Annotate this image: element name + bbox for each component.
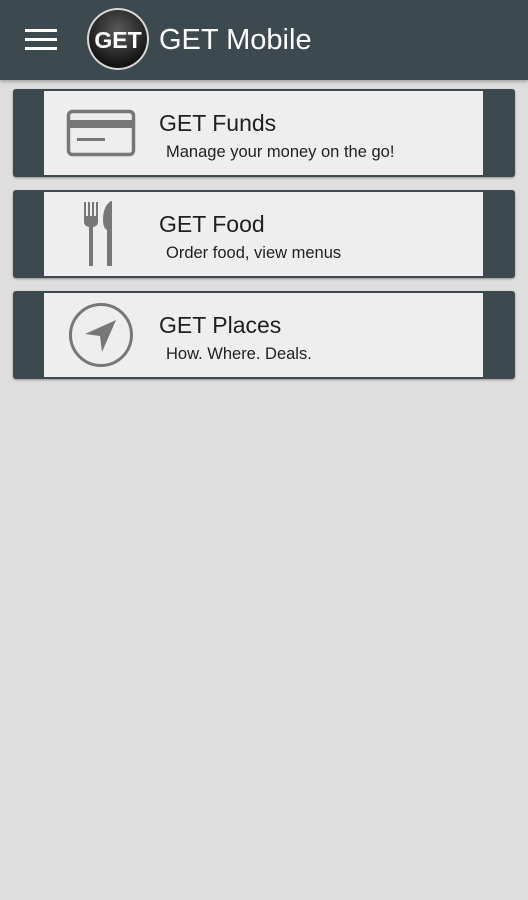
card-title: GET Places [159,312,282,338]
get-funds-card[interactable]: GET Funds Manage your money on the go! [13,89,515,177]
card-face: GET Funds Manage your money on the go! [44,91,483,175]
get-places-card[interactable]: GET Places How. Where. Deals. [13,291,515,379]
hamburger-menu-icon [25,29,57,50]
get-logo: GET [87,8,149,70]
card-subtitle: Manage your money on the go! [166,143,395,161]
card-subtitle: Order food, view menus [166,244,342,262]
fork-knife-icon [64,200,138,268]
get-food-card[interactable]: GET Food Order food, view menus [13,190,515,278]
navigation-compass-icon [64,301,138,369]
credit-card-icon [64,99,138,167]
app-title: GET Mobile [159,24,312,56]
app-bar: GET GET Mobile [0,0,528,80]
card-face: GET Places How. Where. Deals. [44,293,483,377]
card-title: GET Food [159,211,265,237]
menu-button[interactable] [20,24,62,56]
feature-list: GET Funds Manage your money on the go! G… [13,89,515,392]
logo-text: GET [94,27,141,53]
card-subtitle: How. Where. Deals. [166,345,312,363]
card-title: GET Funds [159,110,277,136]
card-face: GET Food Order food, view menus [44,192,483,276]
